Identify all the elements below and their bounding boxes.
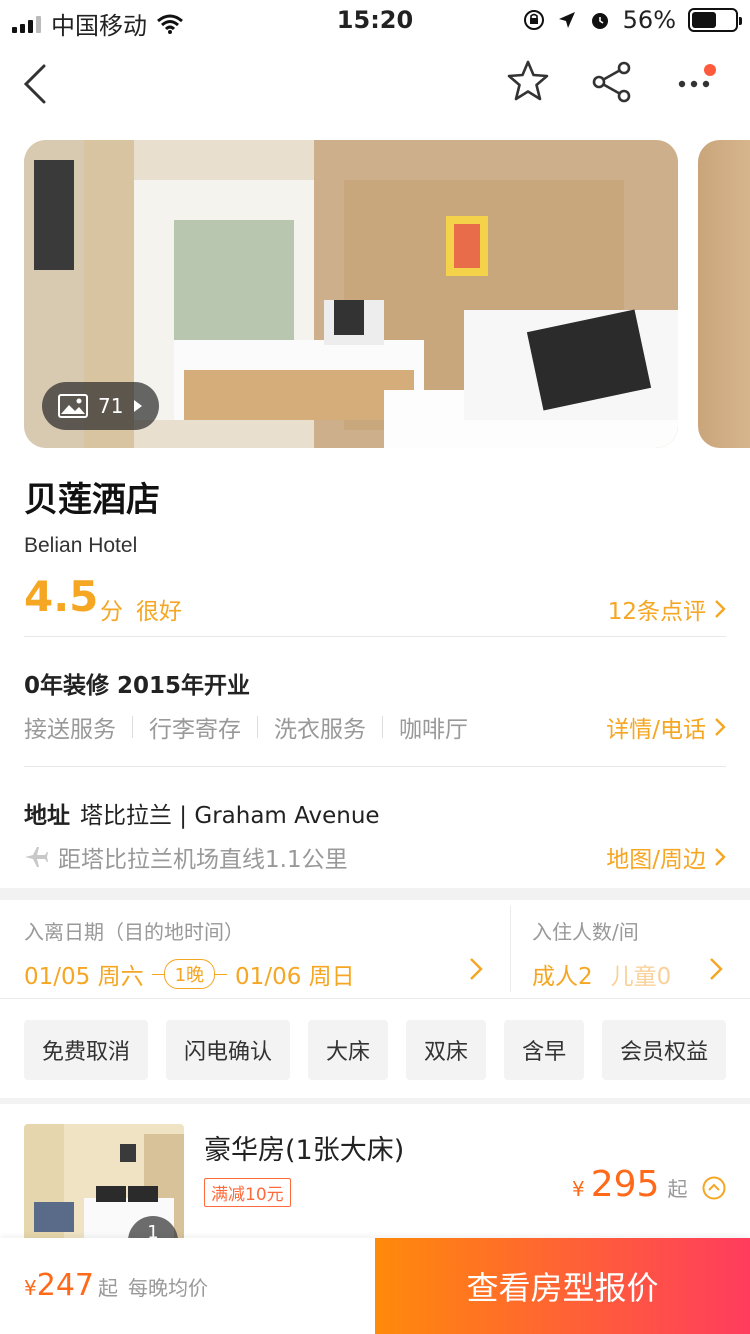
facility-item: 洗衣服务 (274, 717, 366, 743)
chevron-right-icon[interactable] (468, 956, 484, 982)
room-name[interactable]: 豪华房(1张大床) (204, 1128, 404, 1167)
price-suffix: 起 (667, 1177, 688, 1201)
map-link[interactable]: 地图/周边 (606, 840, 726, 874)
map-link-label: 地图/周边 (606, 847, 706, 873)
detail-link-label: 详情/电话 (606, 717, 706, 743)
status-bar: 中国移动 15:20 56% (0, 0, 750, 40)
chevron-up-icon[interactable] (702, 1176, 726, 1200)
guests-row: 成人2 儿童0 (532, 957, 671, 991)
filter-chip-instant-confirm[interactable]: 闪电确认 (166, 1020, 291, 1080)
bottom-bar: ¥ 247 起 每晚均价 查看房型报价 (0, 1238, 750, 1334)
rotation-lock-icon (523, 10, 544, 30)
section-separator (0, 888, 750, 900)
date-label: 入离日期（目的地时间） (24, 920, 244, 944)
nav-bar (0, 48, 750, 120)
filter-chip-twin-bed[interactable]: 双床 (406, 1020, 487, 1080)
address: 地址 塔比拉兰 | Graham Avenue (24, 796, 380, 830)
hotel-info-title: 0年装修 2015年开业 (24, 673, 251, 699)
status-right: 56% (523, 6, 742, 34)
separator (382, 716, 383, 738)
location-icon (558, 12, 575, 28)
facility-item: 接送服务 (24, 717, 116, 743)
back-icon[interactable] (20, 62, 50, 106)
price-note: 每晚均价 (128, 1276, 208, 1300)
more-button[interactable] (676, 64, 720, 104)
score-value: 4.5 (24, 572, 99, 621)
distance-text: 距塔比拉兰机场直线1.1公里 (58, 847, 348, 873)
guests-label: 入住人数/间 (532, 920, 639, 944)
chevron-right-icon (715, 848, 726, 866)
share-icon[interactable] (590, 60, 634, 104)
bottom-price-value: 247 (36, 1268, 94, 1303)
hotel-photo-next[interactable] (698, 140, 750, 448)
chevron-right-icon (715, 600, 726, 618)
currency-symbol: ¥ (24, 1276, 37, 1300)
bottom-price: ¥ 247 起 每晚均价 (24, 1268, 208, 1303)
divider (0, 998, 750, 999)
facility-item: 行李寄存 (149, 717, 241, 743)
hotel-name: 贝莲酒店 (24, 480, 160, 520)
date-selector[interactable]: 入离日期（目的地时间） 01/05 周六 1晚 01/06 周日 (24, 916, 494, 991)
reviews-label: 12条点评 (607, 599, 706, 625)
children-count: 儿童0 (610, 964, 672, 990)
hotel-name-en: Belian Hotel (24, 534, 138, 557)
filter-chips: 免费取消 闪电确认 大床 双床 含早 会员权益 (24, 1020, 727, 1080)
room-price: ¥ 295 起 (572, 1164, 687, 1205)
separator (257, 716, 258, 738)
reviews-link[interactable]: 12条点评 (608, 592, 726, 626)
distance-row: 距塔比拉兰机场直线1.1公里 (24, 840, 348, 874)
nights-badge: 1晚 (151, 959, 228, 989)
filter-chip-breakfast[interactable]: 含早 (504, 1020, 585, 1080)
score-text: 很好 (136, 599, 182, 625)
divider (24, 636, 726, 637)
plane-icon (25, 847, 48, 867)
battery-percent: 56% (622, 6, 676, 34)
adults-count: 成人2 (532, 964, 593, 990)
photo-count: 71 (98, 394, 124, 418)
detail-phone-link[interactable]: 详情/电话 (606, 710, 726, 744)
promo-tag: 满减10元 (204, 1178, 291, 1207)
star-icon[interactable] (504, 58, 552, 106)
score-row: 4.5 分 很好 12条点评 (24, 572, 726, 632)
address-label: 地址 (24, 803, 70, 829)
image-icon (58, 394, 88, 418)
price-suffix: 起 (98, 1276, 118, 1300)
play-triangle-icon (134, 400, 143, 412)
notification-dot (704, 64, 716, 76)
separator (132, 716, 133, 738)
alarm-icon (591, 13, 608, 29)
battery-icon (688, 8, 742, 32)
chevron-right-icon[interactable] (708, 956, 724, 982)
filter-chip-king-bed[interactable]: 大床 (308, 1020, 389, 1080)
score-unit: 分 (100, 599, 123, 625)
section-separator (0, 1098, 750, 1104)
address-value: 塔比拉兰 | Graham Avenue (80, 803, 380, 829)
vertical-separator (510, 906, 511, 992)
checkin-date: 01/05 周六 (24, 964, 144, 990)
photo-gallery[interactable]: 71 (0, 140, 750, 448)
divider (24, 766, 726, 767)
currency-symbol: ¥ (572, 1177, 585, 1201)
view-rooms-button[interactable]: 查看房型报价 (375, 1238, 750, 1334)
facilities-list: 接送服务 行李寄存 洗衣服务 咖啡厅 (24, 710, 468, 744)
nights-count: 1晚 (163, 959, 216, 989)
checkout-date: 01/06 周日 (235, 964, 355, 990)
facility-item: 咖啡厅 (399, 717, 468, 743)
filter-chip-free-cancel[interactable]: 免费取消 (24, 1020, 149, 1080)
date-row: 01/05 周六 1晚 01/06 周日 (24, 957, 494, 991)
room-price-value: 295 (590, 1164, 660, 1205)
guest-selector[interactable]: 入住人数/间 成人2 儿童0 (532, 916, 671, 991)
photo-count-button[interactable]: 71 (42, 382, 160, 430)
chevron-right-icon (715, 718, 726, 736)
filter-chip-member[interactable]: 会员权益 (602, 1020, 727, 1080)
